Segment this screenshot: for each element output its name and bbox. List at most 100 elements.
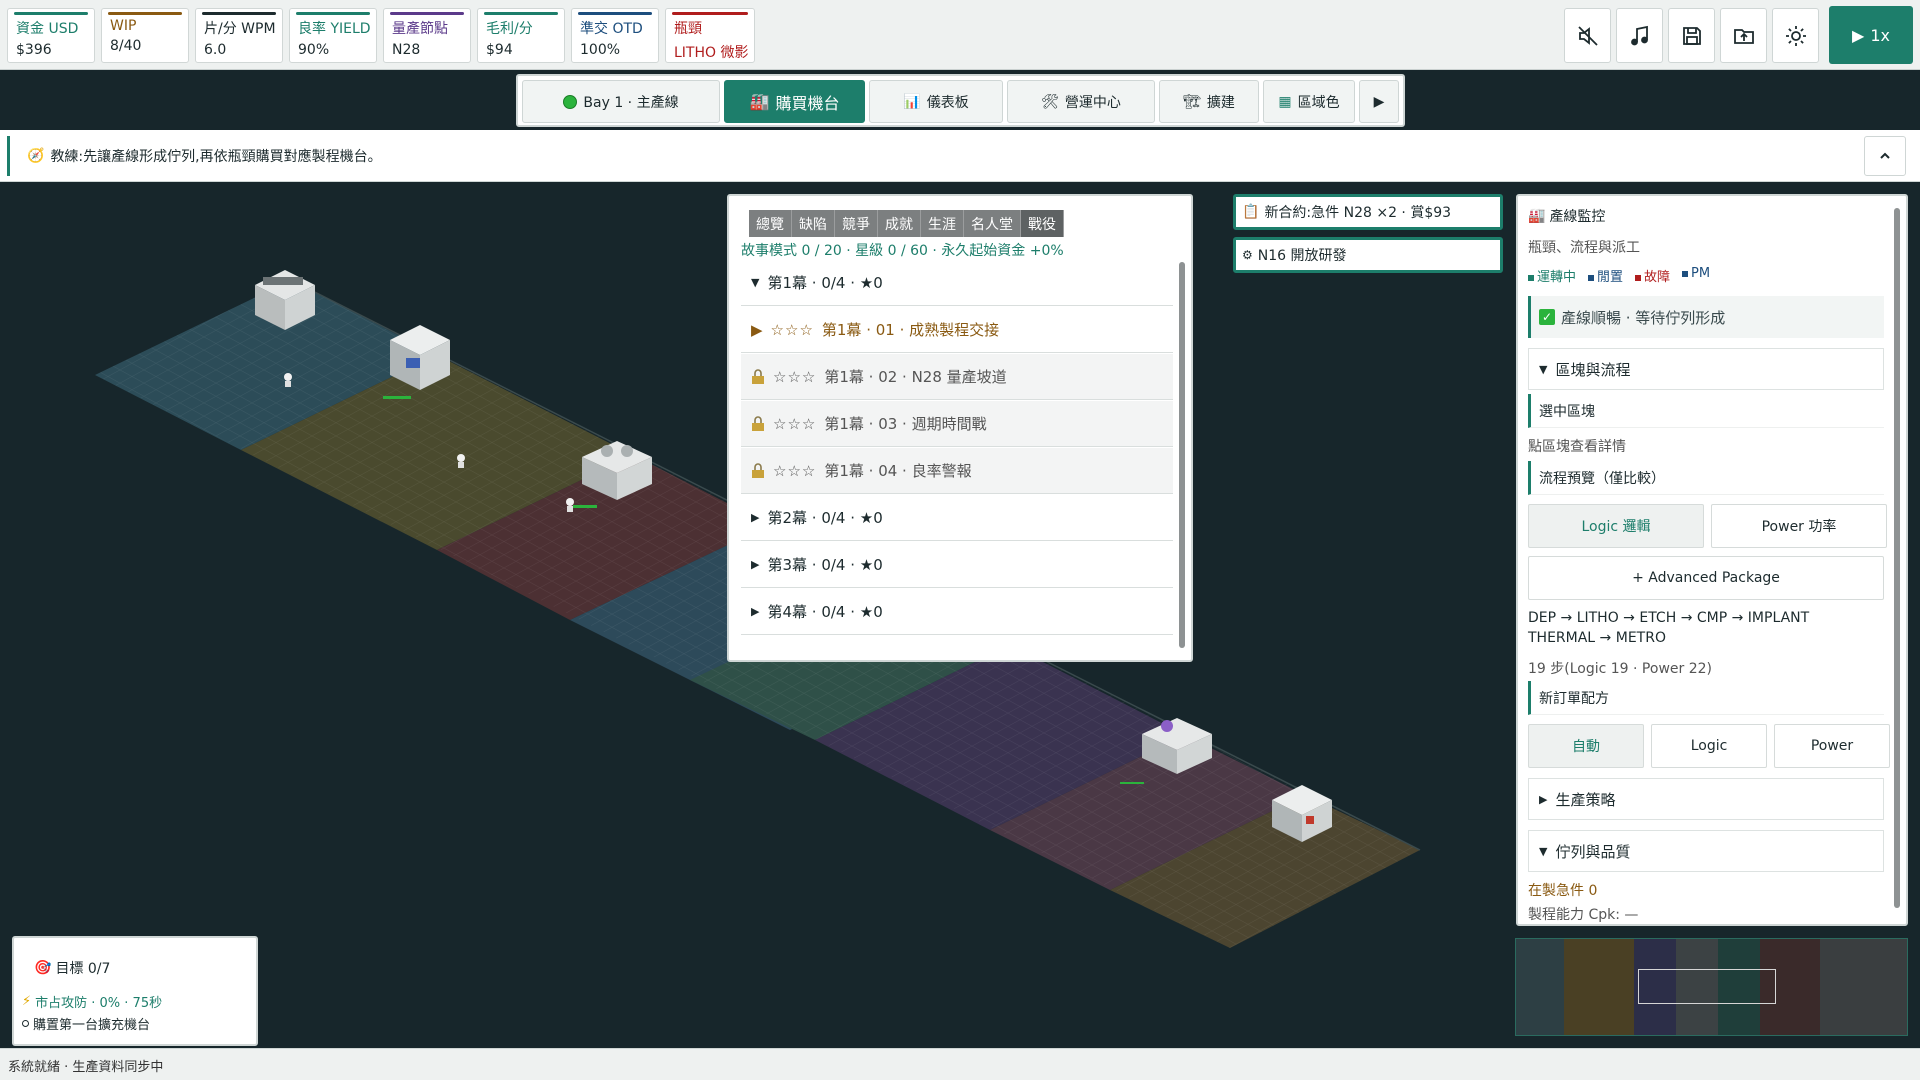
section-area-flow[interactable]: ▼ 區塊與流程: [1528, 348, 1884, 390]
section-label: 佇列與品質: [1555, 842, 1631, 861]
minimap-zone: [1820, 939, 1907, 1035]
tab-dashboard[interactable]: 📊 儀表板: [869, 80, 1003, 123]
minimap[interactable]: [1515, 938, 1908, 1036]
legend-item: 運轉中: [1528, 266, 1576, 285]
campaign-tab-campaign[interactable]: 戰役: [1021, 210, 1064, 237]
lightning-icon: ⚡: [22, 994, 32, 1009]
target-icon: 🎯: [34, 960, 52, 976]
campaign-tab-career[interactable]: 生涯: [921, 210, 964, 237]
mute-button[interactable]: [1564, 8, 1611, 63]
order-logic-button[interactable]: Logic: [1651, 724, 1767, 768]
monitor-subtitle: 瓶頸、流程與派工: [1528, 240, 1640, 256]
chart-icon: 📊: [903, 93, 921, 110]
tab-expand[interactable]: 🏗 擴建: [1159, 80, 1259, 123]
kpi-label: WIP: [110, 18, 137, 34]
music-button[interactable]: [1616, 8, 1663, 63]
kpi-otd: 準交 OTD 100%: [571, 8, 659, 63]
caret-right-icon: ▶: [751, 511, 760, 524]
tab-label: Bay 1 · 主產線: [583, 94, 679, 111]
kpi-label: 資金 USD: [16, 21, 79, 37]
green-dot-icon: [563, 94, 578, 109]
section-queue-quality[interactable]: ▼ 佇列與品質: [1528, 830, 1884, 872]
tab-buy-machine[interactable]: 🏭 購買機台: [724, 80, 865, 123]
new-order-header: 新訂單配方: [1528, 681, 1884, 715]
build-icon: 🏗: [1183, 93, 1201, 110]
gear-icon: ⚙: [1242, 248, 1253, 262]
act-label: 第1幕 · 0/4 · ★0: [767, 274, 883, 292]
act-label: 第4幕 · 0/4 · ★0: [767, 603, 883, 621]
legend-item: 故障: [1635, 266, 1670, 285]
tab-scroll-right[interactable]: ▶: [1359, 80, 1399, 123]
order-auto-button[interactable]: 自動: [1528, 724, 1644, 768]
speed-button[interactable]: ▶ 1x: [1829, 6, 1913, 64]
caret-right-icon: ▶: [751, 605, 760, 618]
mission-row-locked: ☆☆☆ 第1幕 · 04 · 良率警報: [741, 448, 1173, 494]
campaign-tab-achievements[interactable]: 成就: [878, 210, 921, 237]
speed-label: 1x: [1870, 25, 1890, 45]
status-legend: 運轉中 閒置 故障 PM: [1528, 266, 1710, 285]
tools-icon: 🛠: [1041, 93, 1059, 110]
minimap-viewport[interactable]: [1638, 969, 1776, 1004]
research-card[interactable]: ⚙ N16 開放研發: [1233, 237, 1503, 273]
mission-label: 第1幕 · 02 · N28 量產坡道: [824, 368, 1007, 386]
task-row[interactable]: 購置第一台擴充機台: [22, 1014, 150, 1033]
flow-power-button[interactable]: Power 功率: [1711, 504, 1887, 548]
kpi-value: 100%: [580, 42, 621, 58]
act-row[interactable]: ▶ 第2幕 · 0/4 · ★0: [741, 495, 1173, 541]
scrollbar-thumb[interactable]: [1894, 208, 1900, 908]
campaign-tabs: 總覽 缺陷 競爭 成就 生涯 名人堂 戰役: [749, 210, 1064, 237]
play-icon: ▶: [1852, 25, 1865, 45]
mission-row[interactable]: ▶ ☆☆☆ 第1幕 · 01 · 成熟製程交接: [741, 307, 1173, 353]
machine-progress-bar: [573, 505, 597, 508]
save-button[interactable]: [1668, 8, 1715, 63]
kpi-label: 毛利/分: [486, 21, 533, 37]
section-label: 生產策略: [1555, 790, 1616, 809]
caret-down-icon: ▼: [1539, 844, 1548, 858]
theme-button[interactable]: [1772, 8, 1819, 63]
kpi-margin: 毛利/分 $94: [477, 8, 565, 63]
monitor-scrollbar[interactable]: [1894, 208, 1900, 908]
tab-zone-color[interactable]: ▦ 區域色: [1263, 80, 1355, 123]
flow-logic-button[interactable]: Logic 邏輯: [1528, 504, 1704, 548]
campaign-tab-hall-of-fame[interactable]: 名人堂: [964, 210, 1021, 237]
tab-bay1[interactable]: Bay 1 · 主產線: [522, 80, 720, 123]
act-label: 第3幕 · 0/4 · ★0: [767, 556, 883, 574]
coach-collapse-button[interactable]: [1864, 136, 1906, 176]
tab-operations[interactable]: 🛠 營運中心: [1007, 80, 1155, 123]
order-power-button[interactable]: Power: [1774, 724, 1890, 768]
mission-stars: ☆☆☆: [773, 414, 817, 433]
contract-text: N16 開放研發: [1257, 248, 1347, 264]
kpi-value: 8/40: [110, 38, 142, 54]
mission-row-locked: ☆☆☆ 第1幕 · 03 · 週期時間戰: [741, 401, 1173, 447]
kpi-accent-bar: [202, 12, 276, 15]
kpi-value: 6.0: [204, 42, 227, 58]
kpi-wpm: 片/分 WPM 6.0: [195, 8, 283, 63]
check-icon: ✓: [1539, 309, 1555, 325]
campaign-tab-defects[interactable]: 缺陷: [792, 210, 835, 237]
scrollbar-thumb[interactable]: [1179, 262, 1185, 648]
mute-icon: [1577, 25, 1598, 46]
act-row[interactable]: ▶ 第4幕 · 0/4 · ★0: [741, 589, 1173, 635]
flow-line-2: THERMAL → METRO: [1528, 630, 1666, 646]
act-row[interactable]: ▶ 第3幕 · 0/4 · ★0: [741, 542, 1173, 588]
load-button[interactable]: [1720, 8, 1767, 63]
act-row[interactable]: ▼ 第1幕 · 0/4 · ★0: [741, 260, 1173, 306]
campaign-scrollbar[interactable]: [1179, 262, 1185, 648]
kpi-value: N28: [392, 42, 421, 58]
flow-preview-header: 流程預覽（僅比較）: [1528, 461, 1884, 495]
campaign-tab-competition[interactable]: 競爭: [835, 210, 878, 237]
line-status-text: 產線順暢 · 等待佇列形成: [1561, 308, 1726, 327]
caret-right-icon: ▶: [751, 558, 760, 571]
advanced-package-button[interactable]: + Advanced Package: [1528, 556, 1884, 600]
campaign-tab-overview[interactable]: 總覽: [749, 210, 792, 237]
flow-line-1: DEP → LITHO → ETCH → CMP → IMPLANT: [1528, 610, 1810, 626]
tab-label: 區域色: [1297, 94, 1340, 111]
kpi-wip: WIP 8/40: [101, 8, 189, 63]
compass-icon: 🧭: [27, 148, 45, 164]
section-strategy[interactable]: ▶ 生產策略: [1528, 778, 1884, 820]
kpi-value: LITHO 微影: [674, 45, 749, 61]
tab-label: 購買機台: [775, 93, 840, 113]
process-capability: 製程能力 Cpk: —: [1528, 907, 1639, 923]
caret-down-icon: ▼: [751, 276, 760, 289]
contract-card[interactable]: 📋 新合約:急件 N28 ×2 · 賞$93: [1233, 194, 1503, 230]
